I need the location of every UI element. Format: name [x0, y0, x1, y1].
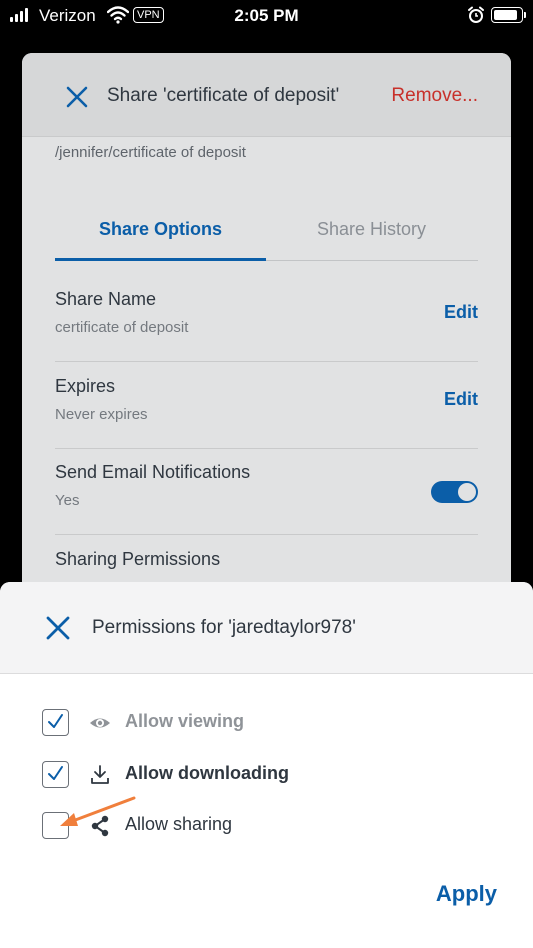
permission-allow-viewing: Allow viewing: [42, 709, 462, 736]
tab-share-history[interactable]: Share History: [266, 219, 477, 240]
file-path: /jennifer/certificate of deposit: [55, 144, 246, 161]
permissions-sheet: Permissions for 'jaredtaylor978' Allow v…: [0, 582, 533, 948]
permission-allow-downloading: Allow downloading: [42, 761, 462, 788]
remove-button[interactable]: Remove...: [391, 85, 478, 107]
allow-downloading-checkbox[interactable]: [42, 761, 69, 788]
option-label: Send Email Notifications: [55, 462, 251, 482]
dialog-title: Share 'certificate of deposit': [107, 85, 340, 106]
close-icon[interactable]: [65, 85, 89, 109]
option-label: Sharing Permissions: [55, 549, 221, 569]
option-email-notifications: Send Email Notifications Yes: [55, 448, 478, 535]
permission-label: Allow sharing: [125, 814, 233, 834]
clock: 2:05 PM: [234, 6, 299, 25]
eye-icon: [90, 718, 110, 728]
permission-label: Allow downloading: [125, 763, 289, 783]
status-bar: Verizon VPN 2:05 PM: [0, 0, 533, 32]
annotation-arrow-icon: [60, 796, 136, 826]
option-value: Yes: [55, 492, 80, 509]
option-expires: Expires Never expires Edit: [55, 362, 478, 449]
option-value: certificate of deposit: [55, 319, 189, 336]
edit-share-name-button[interactable]: Edit: [444, 302, 478, 323]
dialog-header: Share 'certificate of deposit' Remove...: [22, 53, 511, 137]
active-tab-indicator: [55, 258, 266, 261]
tab-share-options[interactable]: Share Options: [55, 219, 266, 240]
option-label: Share Name: [55, 289, 157, 309]
close-icon[interactable]: [45, 615, 71, 641]
email-notifications-toggle[interactable]: [431, 481, 478, 503]
allow-viewing-checkbox[interactable]: [42, 709, 69, 736]
download-icon: [91, 765, 109, 784]
tab-bar: Share Options Share History: [55, 207, 478, 261]
toggle-knob: [458, 483, 476, 501]
apply-button[interactable]: Apply: [436, 881, 497, 907]
alarm-icon: [468, 6, 484, 23]
sheet-header: Permissions for 'jaredtaylor978': [0, 582, 533, 674]
option-share-name: Share Name certificate of deposit Edit: [55, 275, 478, 362]
option-value: Never expires: [55, 406, 148, 423]
edit-expires-button[interactable]: Edit: [444, 389, 478, 410]
option-label: Expires: [55, 376, 116, 396]
share-dialog: Share 'certificate of deposit' Remove...…: [22, 53, 511, 613]
sheet-title: Permissions for 'jaredtaylor978': [92, 617, 356, 638]
permission-label: Allow viewing: [125, 711, 245, 731]
battery-icon: [491, 7, 526, 23]
